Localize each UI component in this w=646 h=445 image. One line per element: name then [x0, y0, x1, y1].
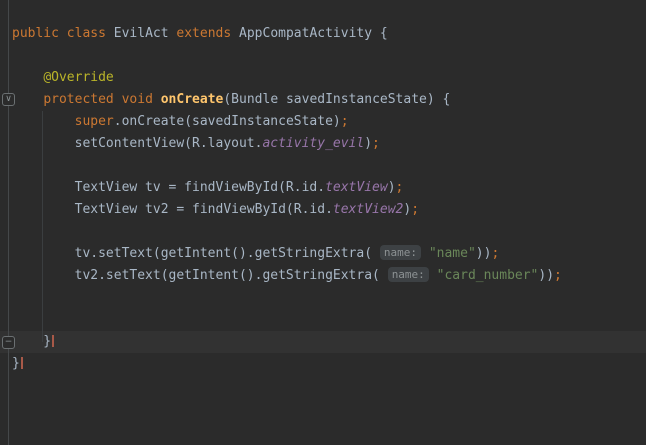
code-token: onCreate [161, 92, 224, 107]
code-token: .onCreate(savedInstanceState) [114, 114, 341, 129]
code-token: ; [554, 268, 562, 283]
code-token [12, 92, 43, 107]
code-token: } [12, 334, 51, 349]
code-line[interactable] [0, 309, 646, 331]
code-token: protected [43, 92, 113, 107]
code-line[interactable] [0, 45, 646, 67]
code-token: setContentView(R.layout. [12, 136, 262, 151]
code-token: @Override [43, 70, 113, 85]
code-token: "card_number" [437, 268, 539, 283]
code-token [153, 92, 161, 107]
code-token [421, 246, 429, 261]
code-line[interactable]: tv.setText(getIntent().getStringExtra( n… [0, 243, 646, 265]
code-line[interactable]: super.onCreate(savedInstanceState); [0, 111, 646, 133]
parameter-hint-pill: name: [388, 267, 429, 282]
code-token: ; [341, 114, 349, 129]
code-token [59, 26, 67, 41]
code-area: public class EvilAct extends AppCompatAc… [0, 23, 646, 375]
code-token: ; [372, 136, 380, 151]
code-line[interactable]: public class EvilAct extends AppCompatAc… [0, 23, 646, 45]
code-token: class [67, 26, 106, 41]
code-token: )) [538, 268, 554, 283]
code-token: ; [491, 246, 499, 261]
code-line[interactable]: } [0, 353, 646, 375]
code-token: } [12, 356, 20, 371]
code-token: ) [403, 202, 411, 217]
code-line[interactable] [0, 155, 646, 177]
code-line[interactable]: tv2.setText(getIntent().getStringExtra( … [0, 265, 646, 287]
code-token: activity_evil [262, 136, 364, 151]
code-token: tv.setText(getIntent().getStringExtra( [12, 246, 380, 261]
code-token [12, 114, 75, 129]
code-token: ; [396, 180, 404, 195]
code-editor[interactable]: ∨ − public class EvilAct extends AppComp… [0, 0, 646, 445]
code-line[interactable] [0, 287, 646, 309]
code-token [429, 268, 437, 283]
code-token: ) [364, 136, 372, 151]
code-token: TextView tv2 = findViewById(R.id. [12, 202, 333, 217]
code-line[interactable]: protected void onCreate(Bundle savedInst… [0, 89, 646, 111]
code-token: textView2 [333, 202, 403, 217]
code-token: EvilAct [106, 26, 176, 41]
code-line[interactable]: TextView tv = findViewById(R.id.textView… [0, 177, 646, 199]
code-token [114, 92, 122, 107]
code-token: (Bundle savedInstanceState) { [223, 92, 450, 107]
code-token [12, 70, 43, 85]
code-token: tv2.setText(getIntent().getStringExtra( [12, 268, 388, 283]
code-token: public [12, 26, 59, 41]
code-line[interactable]: } [0, 331, 646, 353]
code-token: ) [388, 180, 396, 195]
code-token: )) [476, 246, 492, 261]
code-token: void [122, 92, 153, 107]
code-line[interactable] [0, 221, 646, 243]
code-line[interactable]: setContentView(R.layout.activity_evil); [0, 133, 646, 155]
caret-tick [52, 335, 54, 347]
code-line[interactable]: TextView tv2 = findViewById(R.id.textVie… [0, 199, 646, 221]
code-token: extends [176, 26, 231, 41]
code-token: AppCompatActivity { [231, 26, 388, 41]
code-token: textView [325, 180, 388, 195]
caret-tick [21, 357, 23, 369]
code-line[interactable]: @Override [0, 67, 646, 89]
code-token: TextView tv = findViewById(R.id. [12, 180, 325, 195]
parameter-hint-pill: name: [380, 245, 421, 260]
code-token: ; [411, 202, 419, 217]
code-token: "name" [429, 246, 476, 261]
code-token: super [75, 114, 114, 129]
